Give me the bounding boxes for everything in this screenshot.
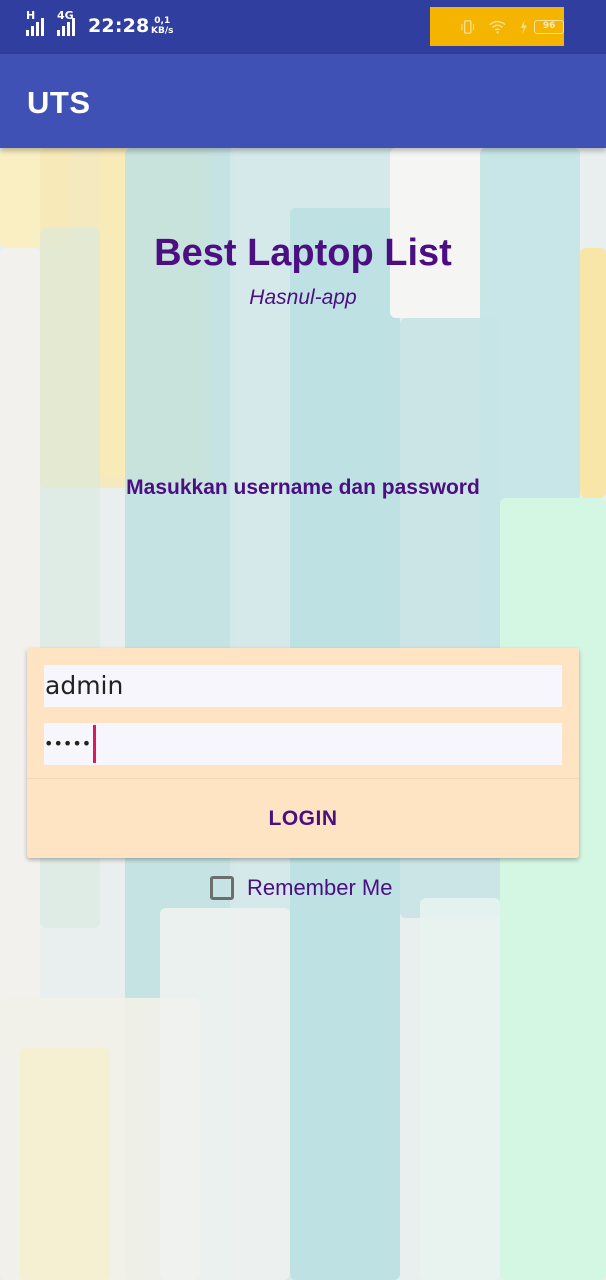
signal-strength-icon-2: 4G <box>57 10 75 36</box>
username-input[interactable]: admin <box>44 665 562 707</box>
network-speed-unit: KB/s <box>151 26 174 36</box>
battery-icon: 96 <box>534 19 564 34</box>
app-title: UTS <box>27 85 91 120</box>
password-input[interactable]: ••••• <box>44 723 562 765</box>
checkbox-icon[interactable] <box>210 876 234 900</box>
password-value: ••••• <box>44 734 92 753</box>
remember-me-label: Remember Me <box>247 875 393 900</box>
text-caret <box>93 725 96 763</box>
login-card: admin ••••• LOGIN <box>27 648 579 858</box>
username-value: admin <box>45 671 124 700</box>
network-speed: 0,1 KB/s <box>151 16 173 36</box>
network-speed-value: 0,1 <box>154 16 171 26</box>
login-screen: Best Laptop List Hasnul-app Masukkan use… <box>0 148 606 1280</box>
clock: 22:28 <box>88 15 150 37</box>
login-button[interactable]: LOGIN <box>27 779 579 858</box>
login-instruction: Masukkan username dan password <box>126 476 480 499</box>
battery-level: 96 <box>542 20 556 31</box>
wifi-icon <box>489 20 507 34</box>
network-type-label-2: 4G <box>57 9 74 22</box>
page-title: Best Laptop List <box>154 232 452 274</box>
network-type-label: H <box>26 9 36 22</box>
status-icons: 96 <box>430 7 564 46</box>
page-subtitle: Hasnul-app <box>249 286 357 309</box>
vibrate-icon <box>461 19 475 34</box>
signal-strength-icon: H <box>26 10 44 36</box>
status-bar: H 4G 22:28 0,1 KB/s 96 <box>0 0 606 54</box>
remember-me-checkbox[interactable]: Remember Me <box>210 872 392 904</box>
charging-icon <box>521 19 528 34</box>
app-bar: UTS <box>0 54 606 148</box>
